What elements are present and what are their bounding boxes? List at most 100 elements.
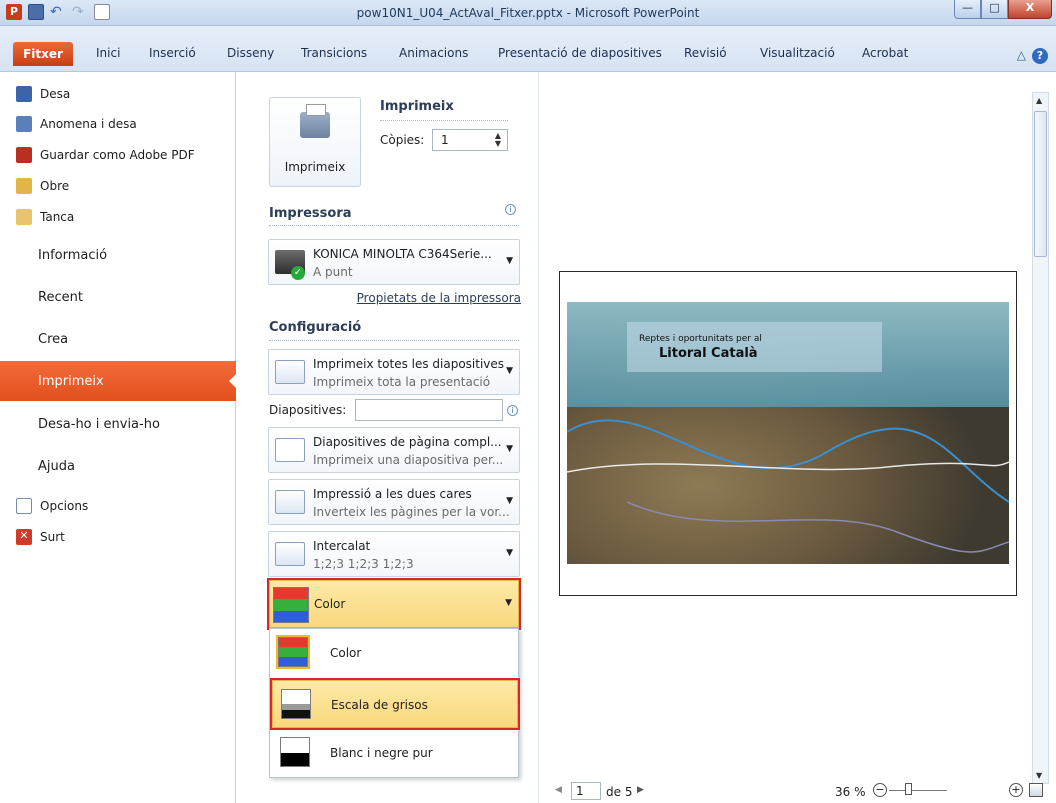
copies-value: 1 [441,133,449,147]
slides-label: Diapositives: [269,403,347,417]
slide-subtitle: Reptes i oportunitats per al [639,334,762,344]
printer-properties-link[interactable]: Propietats de la impressora [357,291,521,305]
slide-title: Litoral Català [659,346,758,361]
settings-heading-rule [269,340,519,341]
menu-print[interactable]: Imprimeix [0,361,237,401]
color-options-menu: Color Escala de grisos Blanc i negre pur [269,628,520,778]
print-range-line1: Imprimeix totes les diapositives [313,357,505,371]
slide-title-box: Reptes i oportunitats per al Litoral Cat… [627,322,882,372]
maximize-button[interactable]: □ [981,0,1008,19]
copies-input[interactable]: 1 ▲ ▼ [432,129,508,151]
printer-dropdown[interactable]: ✓ KONICA MINOLTA C364Serie... A punt ▼ [268,239,520,285]
menu-save-as-label: Anomena i desa [40,117,137,131]
save-as-icon [16,116,32,132]
print-heading: Imprimeix [380,99,454,114]
print-range-dropdown[interactable]: Imprimeix totes les diapositives Imprime… [268,349,520,395]
menu-save-pdf-label: Guardar como Adobe PDF [40,148,195,162]
title-bar: P ↶ ↷ pow10N1_U04_ActAval_Fitxer.pptx - … [0,0,1056,26]
tab-view[interactable]: Visualització [760,46,835,60]
spin-down-icon[interactable]: ▼ [495,140,501,148]
copies-spinner[interactable]: ▲ ▼ [495,132,501,148]
tab-transitions[interactable]: Transicions [301,46,367,60]
slide-preview: Reptes i oportunitats per al Litoral Cat… [559,271,1017,596]
scroll-thumb[interactable] [1034,111,1047,257]
page-number-input[interactable]: 1 [571,782,601,800]
tab-file[interactable]: Fitxer [13,42,73,66]
layout-dropdown[interactable]: Diapositives de pàgina compl... Imprimei… [268,427,520,473]
menu-exit[interactable]: ✕ Surt [0,525,236,549]
tab-insert[interactable]: Inserció [149,46,196,60]
rgb-color-icon [273,587,309,623]
print-preview-pane: Reptes i oportunitats per al Litoral Cat… [538,72,1056,803]
menu-help[interactable]: Ajuda [0,446,236,486]
color-option-color[interactable]: Color [272,629,518,677]
printer-icon [300,104,330,138]
chevron-down-icon: ▼ [506,444,513,454]
layout-line1: Diapositives de pàgina compl... [313,435,502,449]
menu-exit-label: Surt [40,530,65,544]
menu-new[interactable]: Crea [0,319,236,359]
grayscale-icon [281,689,311,719]
scroll-up-icon[interactable]: ▲ [1036,96,1042,105]
menu-open-label: Obre [40,179,70,193]
zoom-in-icon[interactable]: + [1009,783,1023,797]
menu-save-adobe-pdf[interactable]: Guardar como Adobe PDF [0,143,236,167]
printer-info-icon[interactable]: i [505,204,516,215]
fit-page-icon[interactable] [1029,783,1043,797]
zoom-level: 36 % [835,785,866,799]
printer-heading: Impressora [269,206,352,221]
menu-options[interactable]: Opcions [0,494,236,518]
option-bw-label: Blanc i negre pur [330,746,433,760]
slides-info-icon[interactable]: i [507,405,518,416]
ready-check-icon: ✓ [291,266,305,280]
option-grayscale-label: Escala de grisos [331,698,428,712]
print-heading-rule [380,120,508,121]
vertical-scrollbar[interactable]: ▲ ▼ [1032,92,1049,784]
next-page-icon[interactable]: ▶ [637,785,644,795]
menu-save-send[interactable]: Desa-ho i envia-ho [0,404,236,444]
print-button-label: Imprimeix [284,160,346,174]
collate-dropdown[interactable]: Intercalat 1;2;3 1;2;3 1;2;3 ▼ [268,531,520,577]
tab-animations[interactable]: Animacions [399,46,468,60]
prev-page-icon[interactable]: ◀ [555,785,562,795]
print-button[interactable]: Imprimeix [269,97,361,187]
pdf-icon [16,147,32,163]
copies-label: Còpies: [380,133,425,147]
collapse-ribbon-icon[interactable]: △ [1017,48,1026,62]
zoom-out-icon[interactable]: − [873,783,887,797]
tab-home[interactable]: Inici [96,46,120,60]
menu-save-as[interactable]: Anomena i desa [0,112,236,136]
menu-save[interactable]: Desa [0,82,236,106]
menu-info[interactable]: Informació [0,235,236,275]
minimize-button[interactable]: — [954,0,981,19]
duplex-icon [275,490,305,514]
menu-close-label: Tanca [40,210,75,224]
collate-line2: 1;2;3 1;2;3 1;2;3 [313,557,414,571]
duplex-dropdown[interactable]: Impressió a les dues cares Inverteix les… [268,479,520,525]
zoom-slider[interactable] [889,790,947,791]
menu-save-label: Desa [40,87,71,101]
menu-recent[interactable]: Recent [0,277,236,317]
slides-input[interactable] [355,399,503,421]
color-option-pure-bw[interactable]: Blanc i negre pur [272,729,518,777]
tab-slideshow[interactable]: Presentació de diapositives [498,46,662,60]
tab-review[interactable]: Revisió [684,46,727,60]
open-folder-icon [16,178,32,194]
color-dropdown[interactable]: Color ▼ [267,578,521,630]
menu-open[interactable]: Obre [0,174,236,198]
close-button[interactable]: X [1008,0,1052,19]
slide-image: Reptes i oportunitats per al Litoral Cat… [567,302,1009,564]
preview-navigation: ◀ 1 de 5 ▶ 36 % − + [539,778,1056,803]
color-dropdown-value: Color [314,597,346,611]
settings-heading: Configuració [269,320,362,335]
ribbon-tabs: Fitxer Inici Inserció Disseny Transicion… [0,26,1056,72]
zoom-slider-thumb[interactable] [905,783,912,795]
tab-acrobat[interactable]: Acrobat [862,46,908,60]
printer-name: KONICA MINOLTA C364Serie... [313,247,492,261]
help-icon[interactable]: ? [1032,48,1048,64]
duplex-line1: Impressió a les dues cares [313,487,472,501]
window-controls: — □ X [954,0,1052,19]
color-option-grayscale[interactable]: Escala de grisos [270,678,520,730]
menu-close[interactable]: Tanca [0,205,236,229]
tab-design[interactable]: Disseny [227,46,274,60]
